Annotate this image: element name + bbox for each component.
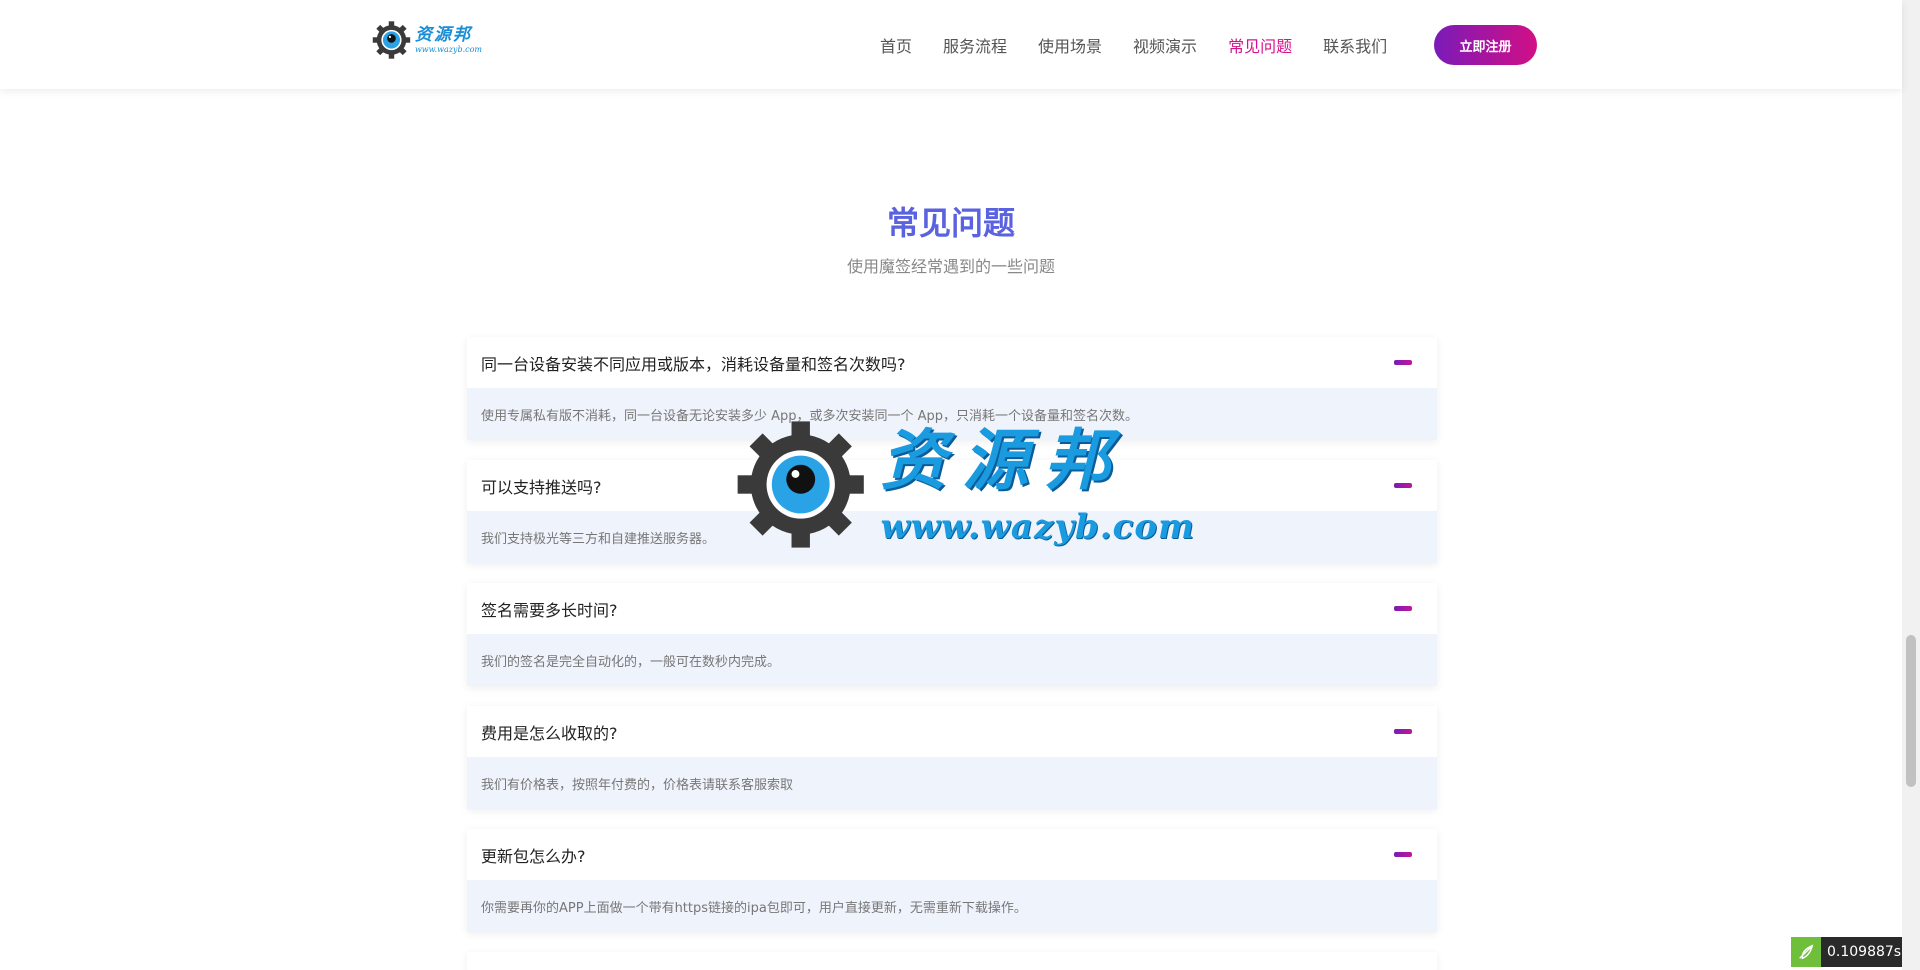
faq-answer-text: 我们的签名是完全自动化的，一般可在数秒内完成。 [481,654,781,670]
faq-question-text: 可以支持推送吗? [481,477,602,497]
faq-item: 费用是怎么收取的? 我们有价格表，按照年付费的，价格表请联系客服索取 [467,706,1437,809]
collapse-icon[interactable] [1394,606,1412,611]
nav-item-faq[interactable]: 常见问题 [1228,33,1292,57]
gear-eye-logo-icon [372,21,411,59]
faq-question-text: 更新包怎么办? [481,846,586,866]
faq-list: 同一台设备安装不同应用或版本，消耗设备量和签名次数吗? 使用专属私有版不消耗，同… [467,337,1437,970]
logo-url: www.wazyb.com [414,45,482,54]
faq-question[interactable]: 可以支持推送吗? [467,460,1437,511]
collapse-icon[interactable] [1394,729,1412,734]
faq-answer: 我们的签名是完全自动化的，一般可在数秒内完成。 [467,634,1437,686]
faq-question[interactable]: 同一台设备安装不同应用或版本，消耗设备量和签名次数吗? [467,337,1437,388]
faq-item: 更新包怎么办? 你需要再你的APP上面做一个带有https链接的ipa包即可，用… [467,829,1437,932]
faq-question-text: 费用是怎么收取的? [481,723,618,743]
register-button[interactable]: 立即注册 [1434,25,1537,65]
faq-item-partial[interactable] [467,952,1437,970]
nav-item-video-demo[interactable]: 视频演示 [1133,33,1197,57]
faq-question[interactable] [467,952,1437,970]
logo-name: 资源邦 [414,25,472,45]
site-header: 资源邦 www.wazyb.com 首页 服务流程 使用场景 视频演示 常见问题… [0,0,1902,89]
leaf-icon [1791,937,1821,967]
faq-question[interactable]: 费用是怎么收取的? [467,706,1437,757]
faq-answer-text: 你需要再你的APP上面做一个带有https链接的ipa包即可，用户直接更新，无需… [481,900,1027,916]
site-logo[interactable]: 资源邦 www.wazyb.com [372,18,482,62]
section-subtitle: 使用魔签经常遇到的一些问题 [846,257,1055,276]
nav-item-home[interactable]: 首页 [880,33,912,57]
scrollbar-thumb[interactable] [1906,635,1916,787]
nav-item-use-cases[interactable]: 使用场景 [1038,33,1102,57]
faq-answer: 我们有价格表，按照年付费的，价格表请联系客服索取 [467,757,1437,809]
collapse-icon[interactable] [1394,852,1412,857]
page-scrollbar[interactable] [1902,0,1920,970]
load-time-value: 0.109887s [1827,944,1902,960]
faq-answer: 使用专属私有版不消耗，同一台设备无论安装多少 App，或多次安装同一个 App，… [467,388,1437,440]
faq-question-text: 签名需要多长时间? [481,600,618,620]
faq-answer-text: 我们支持极光等三方和自建推送服务器。 [481,531,716,547]
faq-item: 签名需要多长时间? 我们的签名是完全自动化的，一般可在数秒内完成。 [467,583,1437,686]
load-time-badge: 0.109887s [1791,937,1902,967]
collapse-icon[interactable] [1394,483,1412,488]
faq-question-text: 同一台设备安装不同应用或版本，消耗设备量和签名次数吗? [481,354,906,374]
faq-answer: 我们支持极光等三方和自建推送服务器。 [467,511,1437,563]
faq-question[interactable]: 签名需要多长时间? [467,583,1437,634]
section-title: 常见问题 [886,204,1015,242]
nav-item-service-flow[interactable]: 服务流程 [943,33,1007,57]
main-nav: 首页 服务流程 使用场景 视频演示 常见问题 联系我们 [880,0,1418,89]
faq-item: 同一台设备安装不同应用或版本，消耗设备量和签名次数吗? 使用专属私有版不消耗，同… [467,337,1437,440]
faq-answer-text: 使用专属私有版不消耗，同一台设备无论安装多少 App，或多次安装同一个 App，… [481,408,1139,424]
nav-item-contact[interactable]: 联系我们 [1323,33,1387,57]
faq-answer-text: 我们有价格表，按照年付费的，价格表请联系客服索取 [481,777,794,793]
faq-item: 可以支持推送吗? 我们支持极光等三方和自建推送服务器。 [467,460,1437,563]
faq-answer: 你需要再你的APP上面做一个带有https链接的ipa包即可，用户直接更新，无需… [467,880,1437,932]
faq-question[interactable]: 更新包怎么办? [467,829,1437,880]
collapse-icon[interactable] [1394,360,1412,365]
